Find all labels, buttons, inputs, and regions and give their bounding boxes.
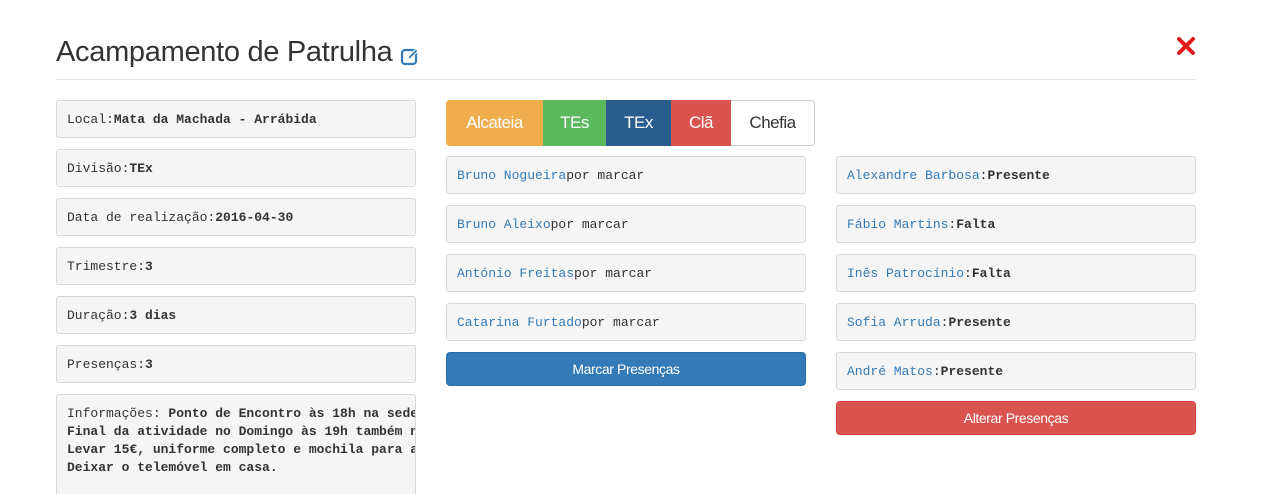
member-link[interactable]: Catarina Furtado <box>457 315 582 330</box>
member-link[interactable]: Fábio Martins <box>847 217 948 232</box>
member-link[interactable]: Bruno Nogueira <box>457 168 566 183</box>
member-link[interactable]: Bruno Aleixo <box>457 217 551 232</box>
detail-presencas: Presenças: 3 <box>56 345 416 383</box>
detail-duracao: Duração: 3 dias <box>56 296 416 334</box>
tab-chefia[interactable]: Chefia <box>731 100 815 146</box>
status-text: por marcar <box>566 167 645 183</box>
header-divider <box>56 79 1196 80</box>
member-link[interactable]: André Matos <box>847 364 933 379</box>
list-item: António Freitas por marcar <box>446 254 806 292</box>
edit-icon[interactable] <box>400 46 420 66</box>
member-link[interactable]: Inês Patrocínio <box>847 266 964 281</box>
page-title: Acampamento de Patrulha <box>56 36 420 69</box>
page-title-text: Acampamento de Patrulha <box>56 36 393 68</box>
member-link[interactable]: Alexandre Barbosa <box>847 168 980 183</box>
attendance-status: Presente <box>987 167 1050 183</box>
attendance-status: Falta <box>956 216 996 232</box>
member-link[interactable]: Sofia Arruda <box>847 315 941 330</box>
status-text: por marcar <box>581 314 660 330</box>
status-text: por marcar <box>574 265 653 281</box>
detail-trimestre: Trimestre: 3 <box>56 247 416 285</box>
detail-divisao: Divisão: TEx <box>56 149 416 187</box>
attendance-status: Presente <box>940 363 1004 379</box>
mark-attendance-button[interactable]: Marcar Presenças <box>446 352 806 386</box>
list-item: André Matos: Presente <box>836 352 1196 390</box>
list-item: Bruno Aleixo por marcar <box>446 205 806 243</box>
list-item: Fábio Martins: Falta <box>836 205 1196 243</box>
attendance-status: Falta <box>971 265 1011 281</box>
status-text: por marcar <box>550 216 629 232</box>
attendance-status: Presente <box>948 314 1011 330</box>
division-tabs: Alcateia TEs TEx Clã Chefia <box>446 100 815 146</box>
tab-cla[interactable]: Clã <box>671 100 731 146</box>
detail-data: Data de realização: 2016-04-30 <box>56 198 416 236</box>
detail-local: Local: Mata da Machada - Arrábida <box>56 100 416 138</box>
tab-alcateia[interactable]: Alcateia <box>446 100 543 146</box>
list-item: Sofia Arruda: Presente <box>836 303 1196 341</box>
list-item: Inês Patrocínio: Falta <box>836 254 1196 292</box>
member-link[interactable]: António Freitas <box>457 266 574 281</box>
change-attendance-button[interactable]: Alterar Presenças <box>836 401 1196 435</box>
close-icon[interactable] <box>1176 36 1196 56</box>
list-item: Alexandre Barbosa: Presente <box>836 156 1196 194</box>
tab-tes[interactable]: TEs <box>543 100 606 146</box>
list-item: Catarina Furtado por marcar <box>446 303 806 341</box>
tab-tex[interactable]: TEx <box>606 100 671 146</box>
list-item: Bruno Nogueira por marcar <box>446 156 806 194</box>
detail-informacoes: Informações: Ponto de Encontro às 18h na… <box>56 394 416 494</box>
